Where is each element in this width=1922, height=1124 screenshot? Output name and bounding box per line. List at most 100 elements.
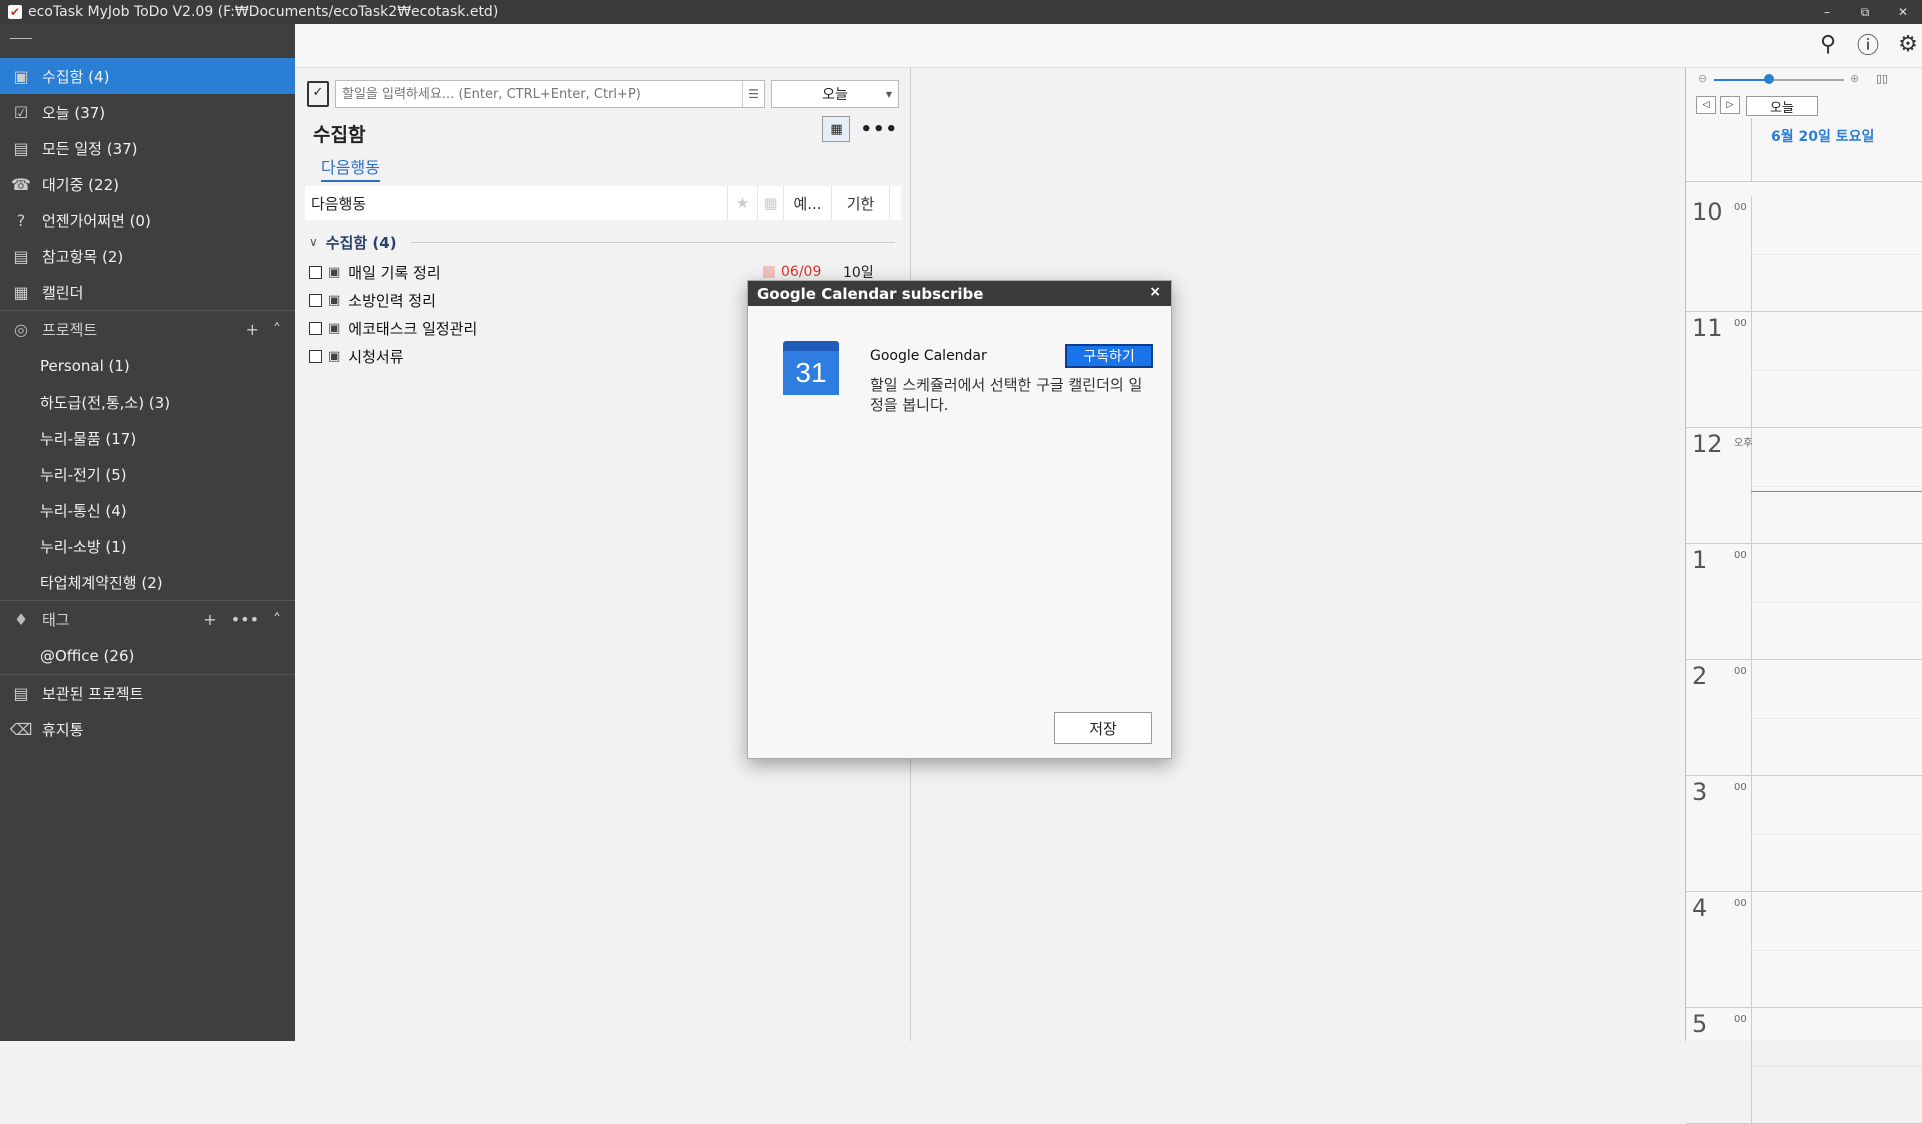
zoom-slider[interactable]: ⊖ ⊕ ▯▯ xyxy=(1686,68,1922,90)
sidebar-item-today[interactable]: ☑ 오늘 (37) xyxy=(0,94,295,130)
inbox-icon: ▣ xyxy=(328,320,341,336)
gear-icon[interactable]: ⚙ xyxy=(1894,30,1922,58)
inbox-icon: ▣ xyxy=(328,264,341,280)
close-icon[interactable]: × xyxy=(1149,284,1161,300)
projects-section-header[interactable]: ◎ 프로젝트 + ˄ xyxy=(0,310,295,348)
zoom-out-icon[interactable]: ⊖ xyxy=(1698,72,1707,85)
sidebar-item-all-schedules[interactable]: ▤ 모든 일정 (37) xyxy=(0,130,295,166)
prev-day-button[interactable]: ◁ xyxy=(1696,96,1716,114)
calendar-icon: ▤ xyxy=(13,138,29,158)
hour-slot[interactable]: 2 00 xyxy=(1686,660,1922,776)
priority-column-icon[interactable]: ▦ xyxy=(757,186,783,220)
inbox-icon: ▣ xyxy=(328,348,341,364)
task-input[interactable] xyxy=(336,81,742,107)
restore-icon[interactable]: ⧉ xyxy=(1846,0,1884,24)
task-checkbox[interactable] xyxy=(309,293,322,307)
column-name[interactable]: 다음행동 xyxy=(305,193,727,214)
hour-slot[interactable]: 11 00 xyxy=(1686,312,1922,428)
phone-icon: ☎ xyxy=(11,174,31,194)
current-time-line xyxy=(1751,491,1922,492)
close-icon[interactable]: ✕ xyxy=(1884,0,1922,24)
task-input-box: ☰ xyxy=(335,80,765,108)
archive-icon: ▤ xyxy=(13,683,29,703)
hour-slot[interactable]: 12 오후 xyxy=(1686,428,1922,544)
layout-toggle-icon[interactable]: ▯▯ xyxy=(1876,72,1888,85)
dialog-description: 할일 스케쥴러에서 선택한 구글 캘린더의 일정을 봅니다. xyxy=(870,376,1143,414)
chevron-down-icon: ▼ xyxy=(885,89,892,99)
chevron-down-icon[interactable]: ∨ xyxy=(309,235,318,249)
hour-slot[interactable]: 3 00 xyxy=(1686,776,1922,892)
trash-icon: ⌫ xyxy=(9,719,33,739)
title-bar: ✔ ecoTask MyJob ToDo V2.09 (F:₩Documents… xyxy=(0,0,1922,24)
tags-more-icon[interactable]: ••• xyxy=(231,610,259,629)
question-icon: ? xyxy=(16,210,26,230)
project-item[interactable]: 누리-통신 (4) xyxy=(0,492,295,528)
sidebar: ▣ 수집함 (4) ☑ 오늘 (37) ▤ 모든 일정 (37) ☎ 대기중 (… xyxy=(0,24,295,1041)
clipboard-check-icon[interactable]: ✓ xyxy=(307,81,329,107)
tab-next-action[interactable]: 다음행동 xyxy=(321,154,380,182)
inbox-icon: ▣ xyxy=(328,292,341,308)
tag-item[interactable]: @Office (26) xyxy=(0,638,295,674)
list-icon[interactable]: ☰ xyxy=(742,81,764,107)
collapse-tags-icon[interactable]: ˄ xyxy=(273,610,281,629)
flag-icon xyxy=(763,266,775,278)
project-item[interactable]: Personal (1) xyxy=(0,348,295,384)
calendar-grid-icon: ▦ xyxy=(13,282,29,302)
hour-slot[interactable]: 4 00 xyxy=(1686,892,1922,1008)
project-item[interactable]: 타업체계약진행 (2) xyxy=(0,564,295,600)
zoom-slider-handle[interactable] xyxy=(1764,74,1774,84)
info-icon[interactable]: ⓘ xyxy=(1854,30,1882,59)
tags-section-header[interactable]: ♦ 태그 + ••• ˄ xyxy=(0,600,295,638)
google-calendar-dialog: Google Calendar subscribe × 31 Google Ca… xyxy=(747,280,1172,759)
search-icon[interactable]: ⚲ xyxy=(1814,30,1842,58)
column-due[interactable]: 기한 xyxy=(831,186,889,220)
sidebar-item-someday[interactable]: ? 언젠가어쩌면 (0) xyxy=(0,202,295,238)
today-button[interactable]: 오늘 xyxy=(1746,96,1818,116)
project-item[interactable]: 누리-물품 (17) xyxy=(0,420,295,456)
project-item[interactable]: 누리-소방 (1) xyxy=(0,528,295,564)
sidebar-item-archived-projects[interactable]: ▤ 보관된 프로젝트 xyxy=(0,675,295,711)
dialog-title-bar: Google Calendar subscribe × xyxy=(748,281,1171,306)
next-day-button[interactable]: ▷ xyxy=(1720,96,1740,114)
tag-icon: ♦ xyxy=(13,610,29,629)
app-logo-icon: ✔ xyxy=(8,5,22,19)
service-name: Google Calendar xyxy=(870,348,987,364)
more-options-icon[interactable]: ••• xyxy=(860,119,898,140)
add-tag-button[interactable]: + xyxy=(203,610,216,629)
window-title: ecoTask MyJob ToDo V2.09 (F:₩Documents/e… xyxy=(28,4,499,20)
add-project-button[interactable]: + xyxy=(246,320,259,339)
task-checkbox[interactable] xyxy=(309,265,322,279)
sidebar-item-waiting[interactable]: ☎ 대기중 (22) xyxy=(0,166,295,202)
google-calendar-icon: 31 xyxy=(783,341,839,395)
day-header: 6월 20일 토요일 xyxy=(1686,118,1922,182)
star-column-icon[interactable]: ★ xyxy=(727,186,757,220)
minimize-icon[interactable]: – xyxy=(1808,0,1846,24)
save-button[interactable]: 저장 xyxy=(1054,712,1152,744)
hour-slot[interactable]: 10 00 xyxy=(1686,196,1922,312)
zoom-in-icon[interactable]: ⊕ xyxy=(1850,72,1859,85)
column-estimate[interactable]: 예... xyxy=(783,186,831,220)
page-title: 수집함 xyxy=(313,124,366,146)
group-header-inbox[interactable]: ∨ 수집함 (4) xyxy=(309,228,895,256)
sidebar-item-trash[interactable]: ⌫ 휴지통 xyxy=(0,711,295,747)
sidebar-item-inbox[interactable]: ▣ 수집함 (4) xyxy=(0,58,295,94)
project-item[interactable]: 하도급(전,통,소) (3) xyxy=(0,384,295,420)
calendar-view-icon[interactable]: ▦ xyxy=(822,116,851,142)
hour-slot[interactable]: 5 00 xyxy=(1686,1008,1922,1124)
target-icon: ◎ xyxy=(14,320,28,339)
subscribe-button[interactable]: 구독하기 xyxy=(1065,344,1153,368)
hamburger-menu-icon[interactable] xyxy=(0,24,295,58)
calendar-panel: ⊖ ⊕ ▯▯ ◁ ▷ 오늘 6월 20일 토요일 10 00 11 00 12 오후 … xyxy=(1685,68,1922,1124)
document-icon: ▤ xyxy=(13,246,29,266)
date-select[interactable]: 오늘 ▼ xyxy=(771,80,899,108)
top-toolbar: ⚲ ⓘ ⚙ xyxy=(295,24,1922,68)
collapse-projects-icon[interactable]: ˄ xyxy=(273,320,281,339)
project-item[interactable]: 누리-전기 (5) xyxy=(0,456,295,492)
task-checkbox[interactable] xyxy=(309,321,322,335)
hour-grid[interactable]: 10 00 11 00 12 오후 1 00 2 00 3 00 4 00 5 00 xyxy=(1686,196,1922,1124)
task-checkbox[interactable] xyxy=(309,349,322,363)
inbox-icon: ▣ xyxy=(13,66,29,86)
sidebar-item-calendar[interactable]: ▦ 캘린더 xyxy=(0,274,295,310)
hour-slot[interactable]: 1 00 xyxy=(1686,544,1922,660)
sidebar-item-reference[interactable]: ▤ 참고항목 (2) xyxy=(0,238,295,274)
